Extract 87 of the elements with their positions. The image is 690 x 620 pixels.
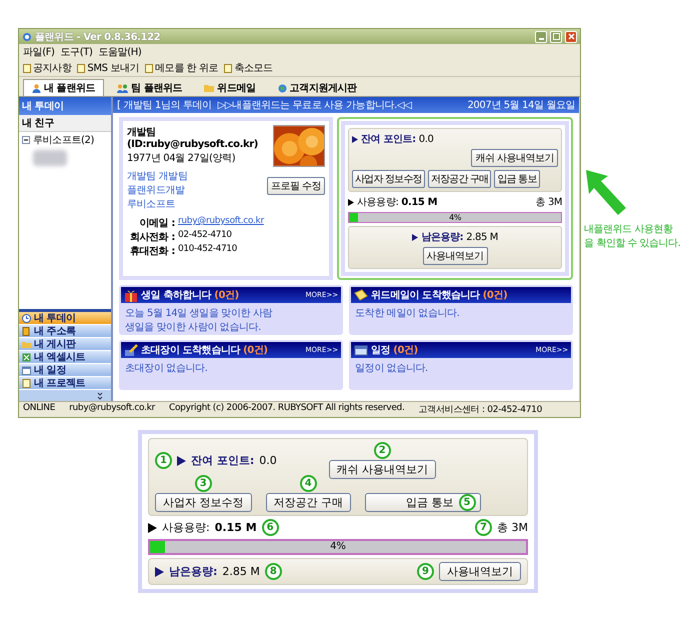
card-title: 초대장이 도착했습니다 <box>141 344 240 357</box>
toolbar-button[interactable]: 축소모드 <box>224 61 273 75</box>
profile-name: 개발팀 (ID:ruby@rubysoft.co.kr) <box>127 126 259 150</box>
menu-item[interactable]: 도움말(H) <box>98 45 142 59</box>
card-title: 생일 축하합니다 <box>141 289 212 302</box>
status-text: ONLINE <box>23 403 56 415</box>
card-text: 초대장이 없습니다. <box>125 362 208 375</box>
number-marker: 1 <box>155 452 172 469</box>
menu-item[interactable]: 파일(F) <box>23 45 55 59</box>
email-link[interactable]: ruby@rubysoft.co.kr <box>178 216 264 230</box>
panel-header: 내 투데이 <box>19 97 111 115</box>
action-button[interactable]: 입금 통보 <box>494 170 540 188</box>
cash-history-button[interactable]: 캐쉬 사용내역보기 <box>328 460 436 479</box>
menu-item[interactable]: 도구(T) <box>60 45 92 59</box>
card-text: 오늘 5월 14일 생일을 맞이한 사람 <box>125 307 274 320</box>
group-link[interactable]: 플랜위드개발 <box>127 183 264 197</box>
used-label: 사용용량: <box>357 196 398 209</box>
used-value: 0.15 M <box>401 196 438 208</box>
nav-item[interactable]: 내 투데이 <box>19 312 111 325</box>
contact-value: 010-452-4710 <box>178 244 237 256</box>
cash-history-button[interactable]: 캐쉬 사용내역보기 <box>471 149 558 167</box>
group-link[interactable]: 루비소프트 <box>127 197 264 211</box>
points-value: 0.0 <box>418 134 434 144</box>
tree-item[interactable]: 루비소프트(2) <box>33 133 94 147</box>
card-text: 도착한 메일이 없습니다. <box>355 307 460 320</box>
used-label: 사용용량: <box>162 520 210 535</box>
remaining-label: 남은용량: <box>421 231 464 244</box>
history-button[interactable]: 사용내역보기 <box>422 247 488 265</box>
number-marker: 8 <box>264 563 282 580</box>
remaining-value: 2.85 M <box>466 232 498 242</box>
percent-text: 4% <box>329 541 347 553</box>
group-link[interactable]: 개발팀 개발팀 <box>127 169 264 183</box>
points-label: 잔여 포인트: <box>361 133 416 146</box>
number-marker: 2 <box>374 442 391 459</box>
percent-text: 4% <box>448 213 462 222</box>
number-marker: 9 <box>417 563 434 580</box>
count-text: (0건) <box>393 344 418 357</box>
number-marker: 7 <box>475 519 492 536</box>
tab[interactable]: 위드메일 <box>195 79 265 96</box>
window-title: 플랜위드 - Ver 0.8.36.122 <box>35 30 160 44</box>
tab[interactable]: 팀 플랜위드 <box>108 79 192 96</box>
tab[interactable]: 고객지원게시판 <box>268 79 366 96</box>
action-button[interactable]: 저장공간 구매 <box>428 170 492 188</box>
nav-item[interactable]: 내 엑셀시트 <box>19 351 111 364</box>
toolbar-button[interactable]: 메모를 한 위로 <box>145 61 218 75</box>
toolbar-button[interactable]: 공지사항 <box>23 61 72 75</box>
header-title: [ 개발팀 1님의 투데이 <box>117 99 212 112</box>
nav-item[interactable]: 내 프로젝트 <box>19 377 111 390</box>
remaining-label: 남은용량: <box>169 564 218 579</box>
nav-item[interactable]: 내 일정 <box>19 364 111 377</box>
action-button[interactable]: 저장공간 구매 <box>266 493 351 512</box>
card-text: 생일을 맞이한 사람이 없습니다. <box>125 321 262 334</box>
used-value: 0.15 M <box>214 521 257 534</box>
remaining-value: 2.85 M <box>222 565 260 578</box>
action-button[interactable]: 사업자 정보수정 <box>352 170 425 188</box>
tab[interactable]: 내 플랜위드 <box>23 79 104 96</box>
toolbar-button[interactable]: SMS 보내기 <box>77 61 140 75</box>
card-text: 일정이 없습니다. <box>355 362 429 375</box>
status-text: ruby@rubysoft.co.kr <box>69 403 155 415</box>
action-button[interactable]: 사업자 정보수정 <box>155 493 252 512</box>
contact-label: 휴대전화 : <box>128 245 175 258</box>
card-title: 위드메일이 도착했습니다 <box>371 289 480 302</box>
status-text: Copyright (c) 2006-2007. RUBYSOFT All rights reserved. <box>168 403 405 415</box>
callout-text: 내플랜위드 사용현황 을 확인할 수 있습니다. <box>584 223 682 250</box>
contact-label: 회사전화 : <box>128 231 175 244</box>
contact-value: 02-452-4710 <box>178 230 232 242</box>
contact-label: 이메일 : <box>138 217 175 230</box>
date-text: 2007년 5월 14일 월요일 <box>467 99 576 112</box>
nav-item[interactable]: 내 게시판 <box>19 338 111 351</box>
edit-profile-button[interactable]: 프로필 수정 <box>266 177 326 195</box>
count-text: (0건) <box>214 289 239 302</box>
card-title: 일정 <box>371 344 390 357</box>
number-marker: 3 <box>194 475 212 492</box>
points-label: 잔여 포인트: <box>191 453 254 468</box>
history-button[interactable]: 사용내역보기 <box>439 562 521 581</box>
points-value: 0.0 <box>259 454 277 467</box>
number-marker: 6 <box>262 519 279 536</box>
notice-text: ▷▷내플랜위드는 무료로 사용 가능합니다.◁◁ <box>218 99 412 112</box>
section-header: 내 친구 <box>19 115 111 132</box>
nav-item[interactable]: 내 주소록 <box>19 325 111 338</box>
total-text: 총 3M <box>497 520 528 535</box>
count-text: (0건) <box>243 344 268 357</box>
number-marker: 4 <box>300 475 317 492</box>
birthday-text: 1977년 04월 27일(양력) <box>127 152 236 165</box>
status-text: 고객서비스센터 : 02-452-4710 <box>418 404 542 416</box>
count-text: (0건) <box>482 289 508 302</box>
total-text: 총 3M <box>536 196 562 209</box>
